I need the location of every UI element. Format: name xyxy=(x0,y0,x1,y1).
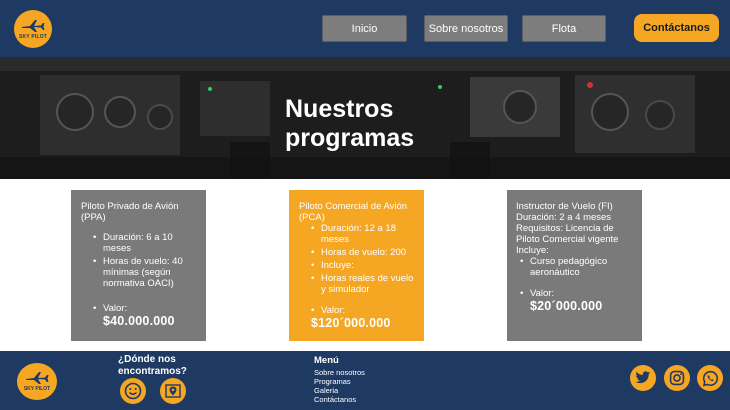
whatsapp-icon[interactable] xyxy=(697,365,723,391)
footer-link-galeria[interactable]: Galeria xyxy=(314,386,365,395)
nav-contactanos-button[interactable]: Contáctanos xyxy=(634,14,719,42)
program-price: $20´000.000 xyxy=(530,299,603,313)
instagram-icon[interactable] xyxy=(664,365,690,391)
footer-menu: Menú Sobre nosotros Programas Galeria Co… xyxy=(314,355,365,404)
logo-text: SKY PILOT xyxy=(23,386,51,392)
location-heading: ¿Dónde nos encontramos? xyxy=(118,354,187,378)
price-label: Valor: xyxy=(93,303,196,314)
program-card-fi: Instructor de Vuelo (FI) Duración: 2 a 4… xyxy=(507,190,642,341)
program-card-pca: Piloto Comercial de Avión (PCA) Duración… xyxy=(289,190,424,341)
program-detail: Duración: 6 a 10 meses xyxy=(93,232,196,254)
logo-text: SKY PILOT xyxy=(18,33,48,40)
nav-inicio-button[interactable]: Inicio xyxy=(322,15,407,42)
program-title: Instructor de Vuelo (FI) xyxy=(516,201,613,212)
price-label: Valor: xyxy=(311,305,414,316)
airplane-icon xyxy=(22,19,45,32)
program-detail: Horas de vuelo: 200 xyxy=(311,247,414,258)
program-detail: Horas de vuelo: 40 mínimas (según normat… xyxy=(93,256,196,289)
map-pin-icon[interactable] xyxy=(160,378,186,404)
program-title: Piloto Privado de Avión (PPA) xyxy=(81,201,179,223)
footer-link-contactanos[interactable]: Contáctanos xyxy=(314,395,365,404)
airplane-icon xyxy=(26,372,49,384)
footer-link-sobre-nosotros[interactable]: Sobre nosotros xyxy=(314,368,365,377)
program-requirements: Requisitos: Licencia de Piloto Comercial… xyxy=(516,223,619,245)
program-detail: Incluye: xyxy=(311,260,414,271)
footer-link-programas[interactable]: Programas xyxy=(314,377,365,386)
page-title: Nuestros programas xyxy=(285,95,485,153)
program-duration: Duración: 2 a 4 meses xyxy=(516,212,612,223)
program-price: $40.000.000 xyxy=(103,314,175,328)
price-label: Valor: xyxy=(520,288,633,299)
page-title-line1: Nuestros xyxy=(285,95,394,123)
nav-sobre-nosotros-button[interactable]: Sobre nosotros xyxy=(424,15,508,42)
site-header: SKY PILOT Inicio Sobre nosotros Flota Co… xyxy=(0,0,730,57)
twitter-icon[interactable] xyxy=(630,365,656,391)
program-detail: Curso pedagógico aeronáutico xyxy=(520,256,633,278)
location-heading-line2: encontramos? xyxy=(118,366,187,377)
hero-banner: Nuestros programas xyxy=(0,57,730,179)
program-detail: Duración: 12 a 18 meses xyxy=(311,223,414,245)
program-title: Piloto Comercial de Avión (PCA) xyxy=(299,201,408,223)
site-footer: SKY PILOT ¿Dónde nos encontramos? Menú S… xyxy=(0,351,730,410)
nav-flota-button[interactable]: Flota xyxy=(522,15,606,42)
location-heading-line1: ¿Dónde nos xyxy=(118,354,176,365)
program-includes: Incluye: xyxy=(516,245,549,256)
footer-logo[interactable]: SKY PILOT xyxy=(17,363,57,400)
page-title-line2: programas xyxy=(285,124,415,152)
smile-icon[interactable] xyxy=(120,378,146,404)
program-detail: Horas reales de vuelo y simulador xyxy=(311,273,414,295)
sky-pilot-logo[interactable]: SKY PILOT xyxy=(14,10,52,48)
program-price: $120´000.000 xyxy=(311,316,391,330)
program-card-ppa: Piloto Privado de Avión (PPA) Duración: … xyxy=(71,190,206,341)
footer-menu-title: Menú xyxy=(314,355,339,366)
